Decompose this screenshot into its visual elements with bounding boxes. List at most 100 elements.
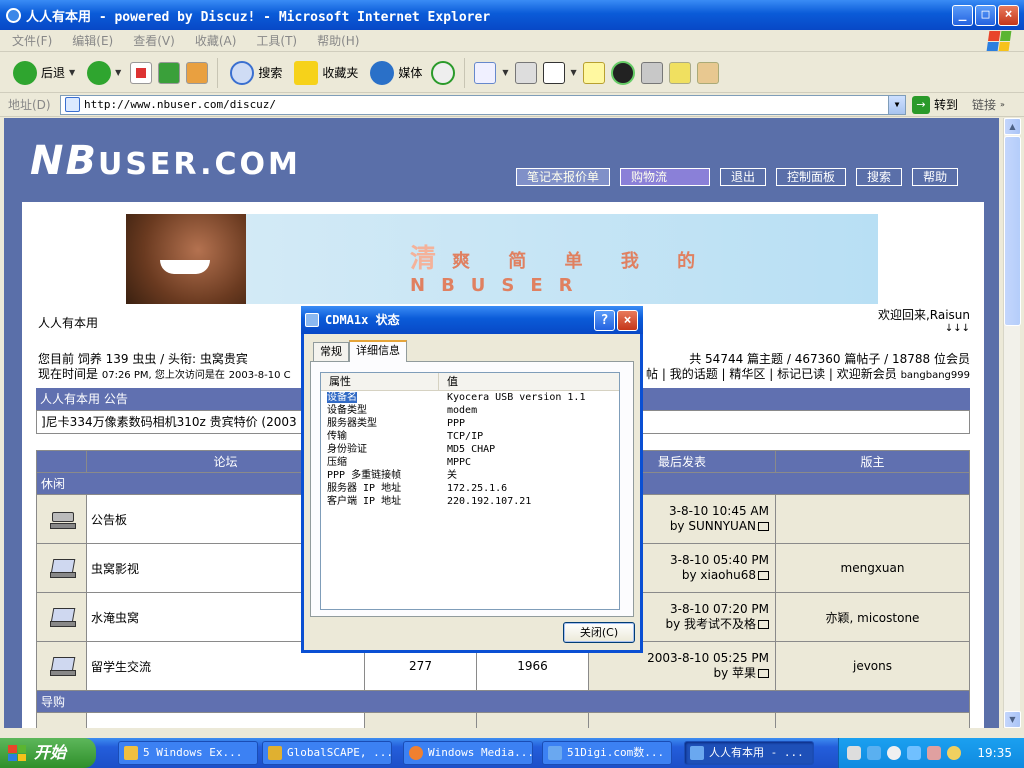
forum-moderator[interactable] bbox=[775, 494, 970, 544]
list-item[interactable]: 身份验证 MD5 CHAP bbox=[321, 443, 619, 456]
menu-tools[interactable]: 工具(T) bbox=[256, 32, 297, 49]
dialog-close-icon[interactable]: × bbox=[617, 310, 638, 331]
research-icon[interactable] bbox=[640, 61, 663, 84]
nav-notebook-prices[interactable]: 笔记本报价单 bbox=[516, 168, 611, 186]
search-button[interactable]: 搜索 bbox=[227, 56, 285, 90]
task-nbuser[interactable]: 人人有本用 - ... bbox=[684, 741, 814, 765]
task-51digi[interactable]: 51Digi.com数... bbox=[542, 741, 672, 765]
menu-view[interactable]: 查看(V) bbox=[133, 32, 175, 49]
go-button[interactable]: → 转到 bbox=[912, 95, 959, 114]
back-label: 后退 bbox=[41, 66, 66, 80]
address-input[interactable]: http://www.nbuser.com/discuz/ ▼ bbox=[60, 94, 906, 115]
vertical-scrollbar[interactable]: ▲ ▼ bbox=[1003, 118, 1021, 728]
nav-search[interactable]: 搜索 bbox=[856, 168, 903, 186]
details-list[interactable]: 属性 值 设备名 Kyocera USB version 1.1 设备类型 mode… bbox=[320, 372, 620, 610]
dialog-close-button[interactable]: 关闭(C) bbox=[563, 622, 635, 643]
site-logo[interactable]: NBUSER.COM bbox=[30, 138, 301, 184]
start-button[interactable]: 开始 bbox=[0, 738, 96, 768]
scroll-thumb[interactable] bbox=[1004, 136, 1021, 326]
list-item[interactable]: 服务器类型 PPP bbox=[321, 417, 619, 430]
home-icon[interactable] bbox=[186, 61, 209, 84]
goto-last-icon bbox=[758, 522, 769, 531]
list-item[interactable]: 传输 TCP/IP bbox=[321, 430, 619, 443]
messenger-icon[interactable] bbox=[610, 60, 635, 85]
favorites-button[interactable]: 收藏夹 bbox=[291, 56, 361, 90]
dialog-tabs: 常规 详细信息 bbox=[313, 340, 407, 362]
links-button[interactable]: 链接 bbox=[972, 96, 996, 113]
search-label: 搜索 bbox=[258, 66, 283, 80]
menu-help[interactable]: 帮助(H) bbox=[317, 32, 359, 49]
quick-links[interactable]: 帖 | 我的话题 | 精华区 | 标记已读 | 欢迎新会员 bangbang99… bbox=[646, 367, 970, 383]
cdma-status-dialog: CDMA1x 状态 ? × 常规 详细信息 属性 值 设备名 Kyocera US… bbox=[301, 306, 643, 653]
start-label: 开始 bbox=[34, 743, 67, 762]
history-icon[interactable] bbox=[431, 60, 456, 85]
go-label: 转到 bbox=[934, 98, 959, 112]
menu-bar: 文件(F) 编辑(E) 查看(V) 收藏(A) 工具(T) 帮助(H) bbox=[0, 30, 1024, 52]
menu-file[interactable]: 文件(F) bbox=[12, 32, 52, 49]
task-globalscape[interactable]: GlobalSCAPE, ... bbox=[262, 741, 392, 765]
forward-button[interactable]: ▼ bbox=[84, 56, 124, 90]
category-shopping-guide[interactable]: 导购 bbox=[36, 690, 970, 713]
maximize-button[interactable]: □ bbox=[975, 5, 996, 26]
windows-logo-icon bbox=[986, 31, 1012, 51]
forum-moderator[interactable]: jevons bbox=[775, 641, 970, 691]
scroll-down-icon[interactable]: ▼ bbox=[1004, 711, 1021, 728]
task-windows-media[interactable]: Windows Media... bbox=[403, 741, 533, 765]
windows-logo-icon bbox=[8, 745, 26, 761]
close-button[interactable]: × bbox=[998, 5, 1019, 26]
keyboard-icon[interactable] bbox=[847, 746, 861, 760]
laptop-icon bbox=[47, 557, 77, 578]
list-item[interactable]: 压缩 MPPC bbox=[321, 456, 619, 469]
menu-favorites[interactable]: 收藏(A) bbox=[195, 32, 237, 49]
board-icon-cell bbox=[36, 543, 87, 593]
column-property[interactable]: 属性 bbox=[321, 373, 439, 390]
banner-image[interactable]: 清爽 简 单 我 的 NBUSER bbox=[126, 214, 878, 304]
nav-shopping[interactable]: 购物流 bbox=[620, 168, 711, 186]
site-name: 人人有本用 bbox=[38, 316, 99, 330]
note-icon[interactable] bbox=[582, 61, 605, 84]
dialog-title-bar[interactable]: CDMA1x 状态 ? × bbox=[301, 306, 643, 334]
chevron-down-icon[interactable]: ▼ bbox=[502, 68, 508, 77]
goto-last-icon bbox=[758, 669, 769, 678]
nav-control-panel[interactable]: 控制面板 bbox=[776, 168, 847, 186]
scroll-up-icon[interactable]: ▲ bbox=[1004, 118, 1021, 135]
forum-moderator[interactable]: mengxuan bbox=[775, 543, 970, 593]
chevron-down-icon[interactable]: ▼ bbox=[571, 68, 577, 77]
back-button[interactable]: 后退 ▼ bbox=[10, 56, 78, 90]
clock[interactable]: 19:35 bbox=[977, 738, 1012, 768]
banner-child-photo bbox=[126, 214, 246, 304]
tab-details[interactable]: 详细信息 bbox=[349, 340, 407, 362]
network-icon[interactable] bbox=[867, 746, 881, 760]
minimize-button[interactable]: _ bbox=[952, 5, 973, 26]
list-item[interactable]: 客户端 IP 地址 220.192.107.21 bbox=[321, 495, 619, 508]
help-button[interactable]: ? bbox=[594, 310, 615, 331]
forum-moderator[interactable]: 亦颖, micostone bbox=[775, 592, 970, 642]
stop-icon[interactable] bbox=[130, 61, 153, 84]
nav-logout[interactable]: 退出 bbox=[720, 168, 767, 186]
mail-icon[interactable] bbox=[474, 61, 497, 84]
media-button[interactable]: 媒体 bbox=[367, 56, 425, 90]
list-item[interactable]: PPP 多重链接帧关 bbox=[321, 469, 619, 482]
tray-icon[interactable] bbox=[927, 746, 941, 760]
column-value[interactable]: 值 bbox=[439, 373, 458, 390]
stamp-icon[interactable] bbox=[696, 61, 719, 84]
title-bar[interactable]: 人人有本用 - powered by Discuz! - Microsoft I… bbox=[0, 0, 1024, 30]
volume-icon[interactable] bbox=[947, 746, 961, 760]
menu-edit[interactable]: 编辑(E) bbox=[72, 32, 113, 49]
list-item[interactable]: 设备类型 modem bbox=[321, 404, 619, 417]
toolbar-divider bbox=[464, 57, 466, 88]
tab-general[interactable]: 常规 bbox=[313, 342, 349, 362]
chevron-down-icon[interactable]: ▼ bbox=[888, 95, 905, 114]
list-item[interactable]: 设备名 Kyocera USB version 1.1 bbox=[321, 391, 619, 404]
chevron-right-icon[interactable]: » bbox=[1000, 100, 1005, 109]
list-item[interactable]: 服务器 IP 地址 172.25.1.6 bbox=[321, 482, 619, 495]
forum-stats: 共 54744 篇主题 / 467360 篇帖子 / 18788 位会员 帖 |… bbox=[646, 352, 970, 383]
refresh-icon[interactable] bbox=[158, 61, 181, 84]
task-explorer[interactable]: 5 Windows Ex... bbox=[118, 741, 258, 765]
nav-help[interactable]: 帮助 bbox=[912, 168, 959, 186]
edit-icon[interactable] bbox=[542, 61, 565, 84]
print-icon[interactable] bbox=[514, 61, 537, 84]
tools-icon[interactable] bbox=[668, 61, 691, 84]
tray-icon[interactable] bbox=[907, 746, 921, 760]
chevron-left-icon[interactable] bbox=[887, 746, 901, 760]
